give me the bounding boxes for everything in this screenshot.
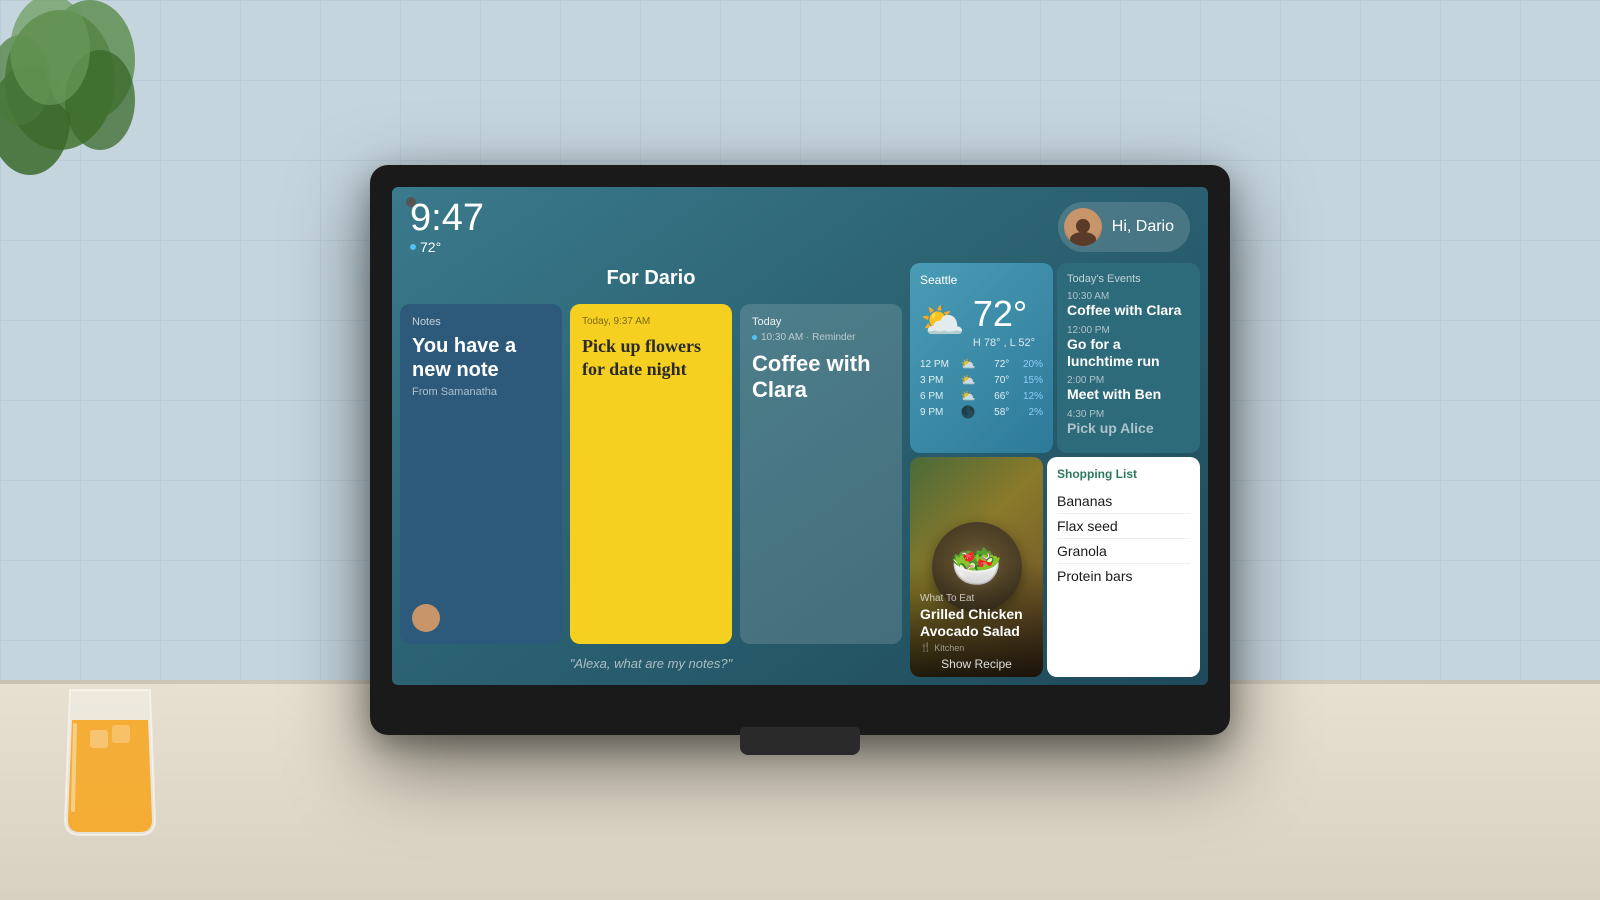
recipe-name: Grilled Chicken Avocado Salad	[920, 606, 1033, 640]
for-dario-heading: For Dario	[400, 263, 902, 298]
forecast-precip: 15%	[1015, 375, 1043, 386]
event-name: Pick up Alice	[1067, 420, 1190, 437]
event-time: 10:30 AM	[1067, 291, 1190, 302]
event-name: Go for a lunchtime run	[1067, 336, 1190, 370]
recipe-source-text: Kitchen	[934, 643, 964, 653]
event-time: 4:30 PM	[1067, 409, 1190, 420]
forecast-precip: 20%	[1015, 359, 1043, 370]
event-name: Meet with Ben	[1067, 386, 1190, 403]
weather-mini: 72°	[410, 239, 484, 255]
weather-city: Seattle	[920, 273, 1043, 287]
show-recipe-button[interactable]: Show Recipe	[920, 657, 1033, 671]
time-weather-block: 9:47 72°	[410, 199, 484, 255]
tv-device: 9:47 72° Hi, Dario For Dario	[370, 165, 1230, 735]
forecast-icon: ⛅	[961, 389, 976, 403]
forecast-time: 6 PM	[920, 391, 955, 402]
shopping-widget[interactable]: Shopping List BananasFlax seedGranolaPro…	[1047, 457, 1200, 677]
weather-forecast: 12 PM ⛅ 72° 20% 3 PM ⛅ 70° 15% 6 PM ⛅ 66…	[920, 357, 1043, 419]
weather-temp: 72°	[973, 293, 1035, 335]
sticky-note-card[interactable]: Today, 9:37 AM Pick up flowers for date …	[570, 304, 732, 644]
screen: 9:47 72° Hi, Dario For Dario	[392, 187, 1208, 685]
shopping-label: Shopping List	[1057, 467, 1190, 481]
right-bottom-row: What To Eat Grilled Chicken Avocado Sala…	[910, 457, 1200, 677]
greeting-text: Hi, Dario	[1112, 218, 1174, 236]
forecast-precip: 12%	[1015, 391, 1043, 402]
forecast-temp: 66°	[981, 391, 1009, 402]
avatar-face	[1064, 208, 1102, 246]
right-top-row: Seattle ⛅ 72° H 78° , L 52°	[910, 263, 1200, 453]
event-time: 2:00 PM	[1067, 375, 1190, 386]
weather-dot-icon	[410, 244, 416, 250]
sticky-timestamp: Today, 9:37 AM	[582, 316, 720, 327]
right-panel: Seattle ⛅ 72° H 78° , L 52°	[910, 263, 1200, 677]
cards-row: Notes You have a new note From Samanatha…	[400, 304, 902, 644]
events-widget[interactable]: Today's Events 10:30 AM Coffee with Clar…	[1057, 263, 1200, 453]
notes-label: Notes	[412, 316, 550, 328]
forecast-row: 3 PM ⛅ 70° 15%	[920, 373, 1043, 387]
camera-icon	[406, 197, 416, 207]
list-item[interactable]: Flax seed	[1057, 514, 1190, 539]
forecast-precip: 2%	[1015, 407, 1043, 418]
weather-hi: H 78°	[973, 337, 1001, 349]
events-label: Today's Events	[1067, 273, 1190, 285]
event-name: Coffee with Clara	[1067, 302, 1190, 319]
notes-title: You have a new note	[412, 334, 550, 382]
recipe-card[interactable]: What To Eat Grilled Chicken Avocado Sala…	[910, 457, 1043, 677]
kitchen-icon: 🍴	[920, 642, 931, 653]
forecast-temp: 72°	[981, 359, 1009, 370]
notes-card[interactable]: Notes You have a new note From Samanatha	[400, 304, 562, 644]
forecast-row: 9 PM 🌑 58° 2%	[920, 405, 1043, 419]
clock-display: 9:47	[410, 199, 484, 237]
event-item[interactable]: 12:00 PM Go for a lunchtime run	[1067, 325, 1190, 370]
forecast-icon: ⛅	[961, 373, 976, 387]
recipe-overlay: What To Eat Grilled Chicken Avocado Sala…	[910, 563, 1043, 677]
weather-lo: L 52°	[1010, 337, 1035, 349]
user-greeting-pill[interactable]: Hi, Dario	[1058, 202, 1190, 252]
event-item[interactable]: 4:30 PM Pick up Alice	[1067, 409, 1190, 437]
recipe-what-to-eat: What To Eat	[920, 593, 1033, 604]
weather-hi-lo: H 78° , L 52°	[973, 337, 1035, 349]
event-item[interactable]: 10:30 AM Coffee with Clara	[1067, 291, 1190, 319]
weather-icon: ⛅	[920, 300, 965, 342]
forecast-temp: 58°	[981, 407, 1009, 418]
event-time: 12:00 PM	[1067, 325, 1190, 336]
shopping-items-list: BananasFlax seedGranolaProtein bars	[1057, 489, 1190, 588]
forecast-row: 6 PM ⛅ 66° 12%	[920, 389, 1043, 403]
forecast-row: 12 PM ⛅ 72° 20%	[920, 357, 1043, 371]
list-item[interactable]: Bananas	[1057, 489, 1190, 514]
forecast-icon: ⛅	[961, 357, 976, 371]
forecast-time: 3 PM	[920, 375, 955, 386]
left-panel: For Dario Notes You have a new note From…	[400, 263, 902, 677]
reminder-header: Today	[752, 316, 890, 328]
avatar	[1064, 208, 1102, 246]
reminder-title: Coffee with Clara	[752, 351, 890, 404]
forecast-time: 12 PM	[920, 359, 955, 370]
header-bar: 9:47 72° Hi, Dario	[392, 187, 1208, 263]
weather-temp-mini: 72°	[420, 239, 441, 255]
weather-widget[interactable]: Seattle ⛅ 72° H 78° , L 52°	[910, 263, 1053, 453]
event-item[interactable]: 2:00 PM Meet with Ben	[1067, 375, 1190, 403]
weather-main: ⛅ 72° H 78° , L 52°	[920, 293, 1043, 349]
device-stand	[740, 727, 860, 755]
forecast-temp: 70°	[981, 375, 1009, 386]
forecast-time: 9 PM	[920, 407, 955, 418]
recipe-source: 🍴 Kitchen	[920, 642, 1033, 653]
reminder-time: 10:30 AM · Reminder	[761, 332, 856, 343]
sticky-text: Pick up flowers for date night	[582, 335, 720, 382]
reminder-sub: 10:30 AM · Reminder	[752, 332, 890, 343]
forecast-icon: 🌑	[961, 405, 976, 419]
alexa-prompt: "Alexa, what are my notes?"	[400, 650, 902, 677]
events-list: 10:30 AM Coffee with Clara 12:00 PM Go f…	[1067, 291, 1190, 437]
reminder-dot-icon	[752, 335, 757, 340]
main-content: For Dario Notes You have a new note From…	[392, 263, 1208, 685]
notes-sender-avatar	[412, 604, 440, 632]
list-item[interactable]: Protein bars	[1057, 564, 1190, 588]
notes-from: From Samanatha	[412, 386, 550, 398]
reminder-card[interactable]: Today 10:30 AM · Reminder Coffee with Cl…	[740, 304, 902, 644]
list-item[interactable]: Granola	[1057, 539, 1190, 564]
